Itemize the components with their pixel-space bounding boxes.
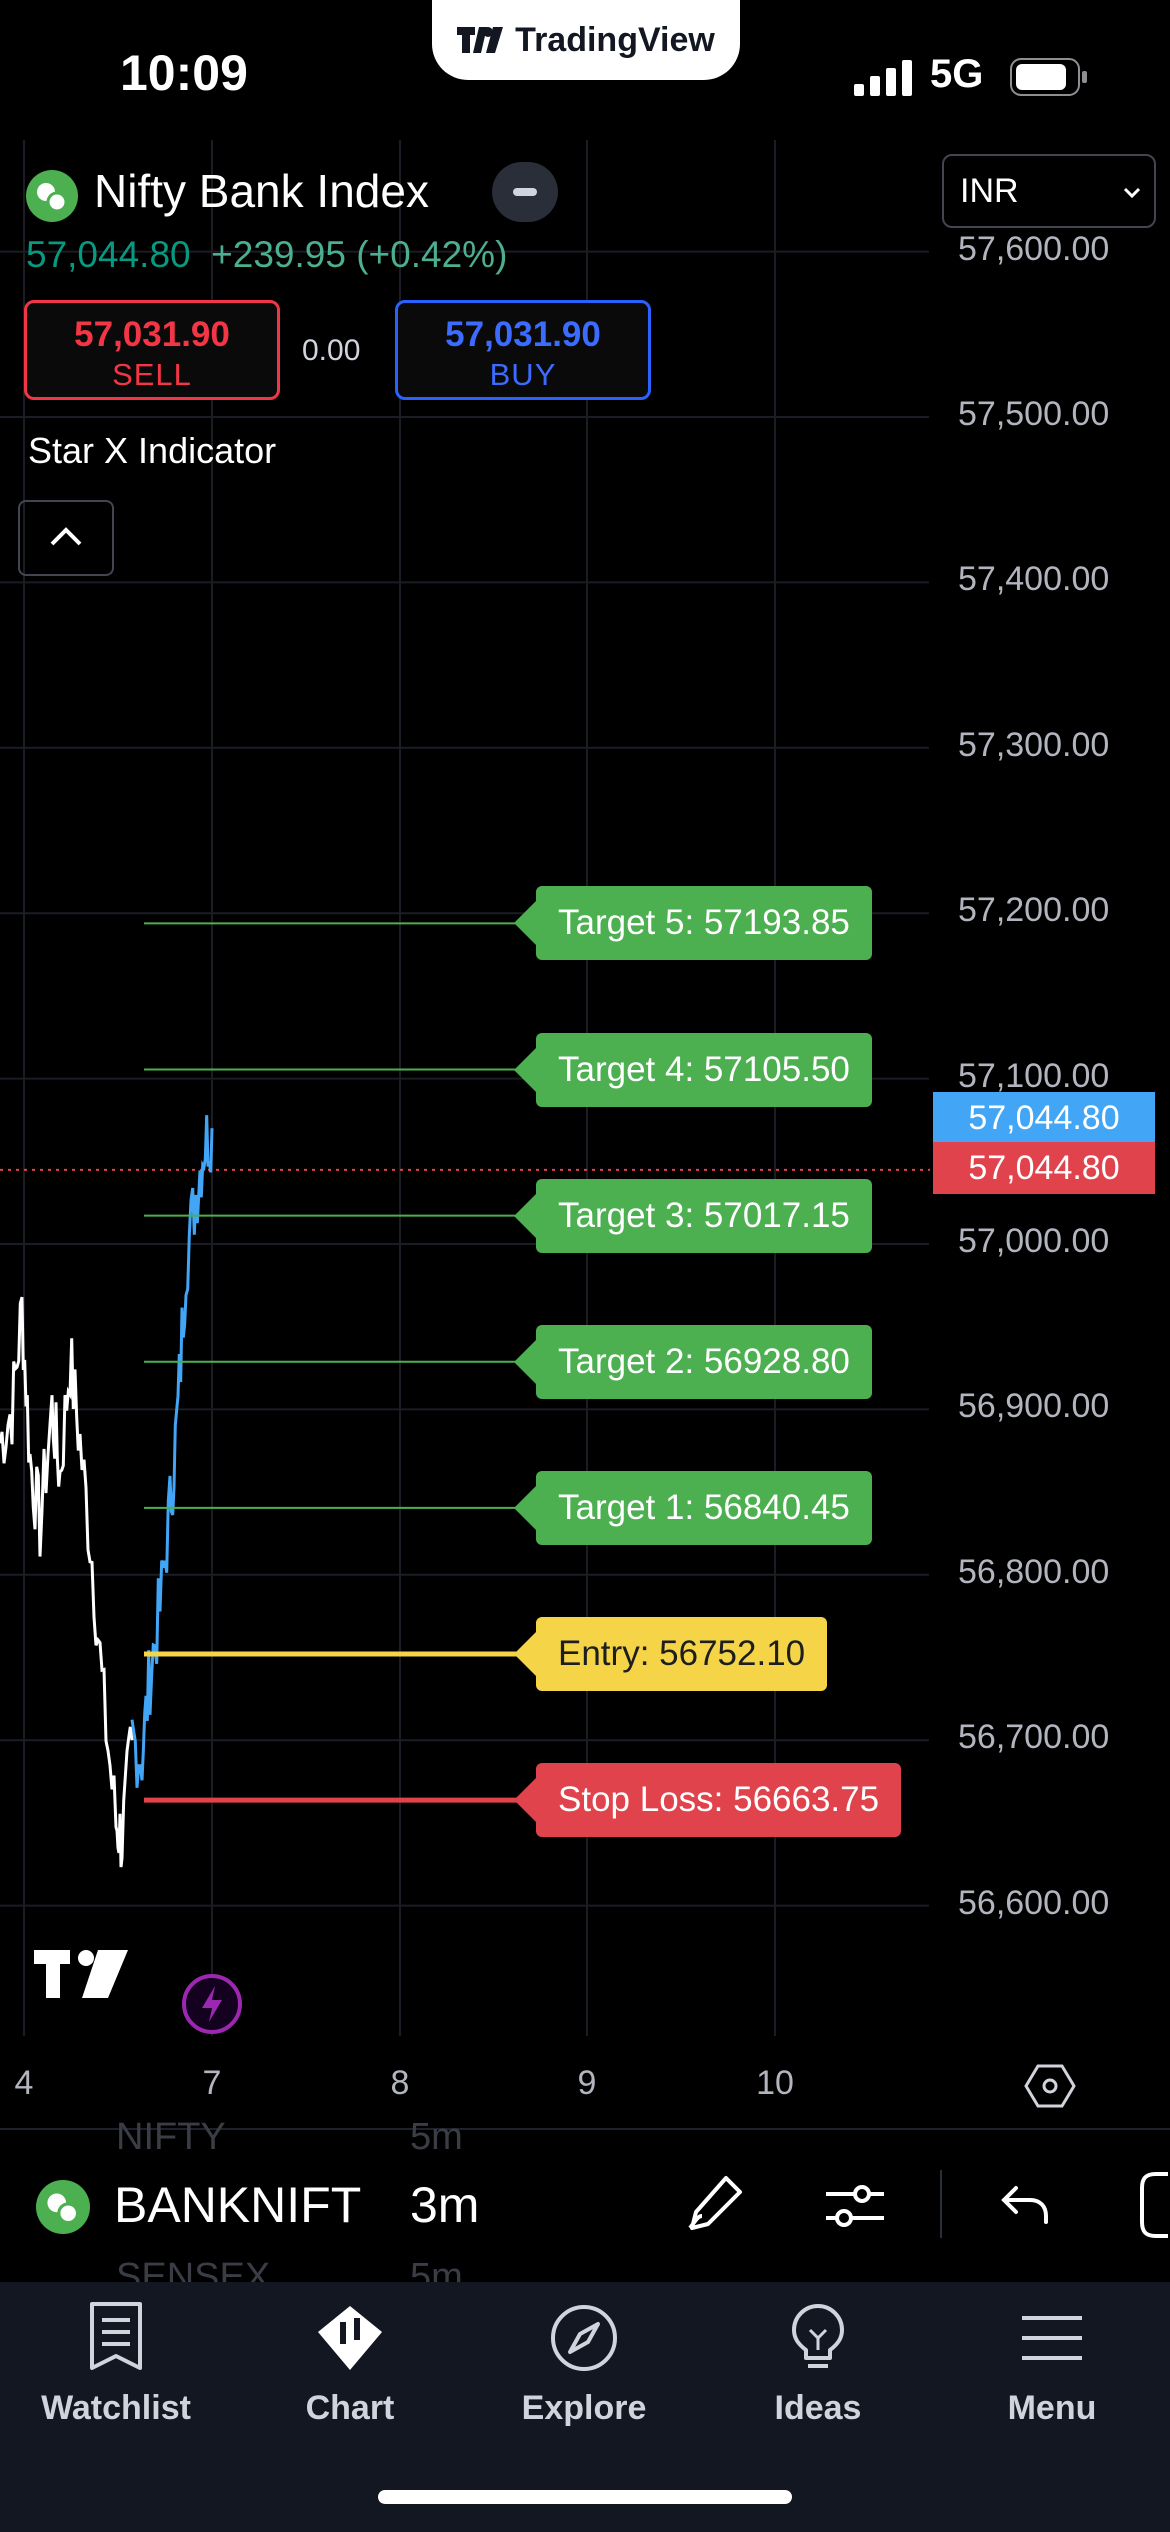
time-axis-label: 10 [756,2064,794,2102]
currency-select[interactable]: INR [942,154,1156,228]
buy-button[interactable]: 57,031.90 BUY [395,300,651,400]
signal-icon [854,60,912,96]
level-label[interactable]: Target 4: 57105.50 [514,1032,872,1107]
level-label[interactable]: Target 5: 57193.85 [514,886,872,961]
last-price-badge: 57,044.80 [933,1092,1155,1144]
time-axis-label: 8 [390,2064,410,2102]
collapse-legend-button[interactable] [492,162,558,222]
price-axis-label: 57,100.00 [958,1056,1110,1095]
symbol-name[interactable]: Nifty Bank Index [94,164,429,218]
indicator-settings-icon[interactable] [822,2176,888,2236]
tab-ideas[interactable]: Ideas [718,2300,918,2428]
tab-chart[interactable]: Chart [250,2300,450,2428]
level-label[interactable]: Target 3: 57017.15 [514,1178,872,1253]
menu-icon [1022,2316,1082,2360]
level-label[interactable]: Target 2: 56928.80 [514,1324,872,1399]
symbol-logo-icon [26,170,78,222]
buy-label: BUY [489,357,557,392]
price-axis-label: 57,200.00 [958,891,1110,930]
toolbar-divider [940,2170,942,2238]
tab-label: Menu [1007,2389,1097,2427]
price-axis-label: 57,000.00 [958,1222,1110,1260]
settings-hexagon-icon[interactable] [1024,2062,1076,2110]
time-axis-label: 7 [202,2064,222,2102]
indicator-name[interactable]: Star X Indicator [28,430,276,472]
level-label[interactable]: Stop Loss: 56663.75 [513,1763,902,1838]
price-axis-label: 57,500.00 [958,395,1110,433]
indicator-toggle-button[interactable] [18,500,114,576]
price-axis-label: 56,900.00 [958,1387,1110,1426]
buy-price: 57,031.90 [445,315,601,354]
currency-value: INR [960,172,1019,210]
quote-line: 57,044.80 +239.95 (+0.42%) [26,234,507,276]
ghost-interval-above: 5m [410,2116,463,2158]
last-price: 57,044.80 [26,234,191,275]
price-axis-label: 57,300.00 [958,725,1110,764]
tab-watchlist[interactable]: Watchlist [16,2300,216,2428]
sell-button[interactable]: 57,031.90 SELL [24,300,280,400]
tradingview-watermark-icon [34,1950,128,1998]
time-axis-label: 4 [14,2064,34,2102]
ghost-symbol-above: NIFTY [116,2116,226,2158]
tradingview-pill: TradingView [432,0,740,80]
level-label[interactable]: Target 1: 56840.45 [514,1470,872,1545]
fullscreen-icon[interactable] [1136,2170,1170,2240]
time-axis-label: 9 [577,2064,597,2102]
spread-value: 0.00 [302,334,361,367]
price-axis-label: 57,600.00 [958,229,1110,268]
level-label[interactable]: Entry: 56752.10 [513,1617,828,1692]
chevron-down-icon [1123,187,1141,199]
compass-icon [551,2305,617,2371]
sell-label: SELL [112,357,192,392]
price-change: +239.95 (+0.42%) [211,234,508,275]
price-axis-label: 56,800.00 [958,1552,1110,1591]
minus-icon [513,188,537,196]
tab-menu[interactable]: Menu [952,2300,1152,2428]
tab-label: Watchlist [41,2389,191,2427]
pen-icon[interactable] [680,2170,750,2240]
sell-price: 57,031.90 [74,315,230,354]
tab-label: Chart [305,2389,395,2427]
watchlist-icon [90,2302,142,2370]
status-time: 10:09 [120,45,248,101]
undo-icon[interactable] [998,2180,1052,2230]
price-axis-label: 57,400.00 [958,560,1110,599]
network-type: 5G [930,52,984,96]
chevron-up-icon [50,527,82,546]
tab-label: Ideas [774,2389,862,2427]
tab-explore[interactable]: Explore [484,2300,684,2428]
lightbulb-icon [792,2304,844,2368]
tab-label: Explore [521,2389,647,2427]
toolbar-symbol[interactable]: BANKNIFT [114,2176,361,2234]
battery-icon [1010,58,1087,96]
lightning-icon[interactable] [180,1972,244,2036]
bid-price-badge: 57,044.80 [933,1142,1155,1194]
price-series-white [0,1296,134,1868]
tradingview-logo-icon [457,27,504,53]
home-indicator [378,2490,792,2504]
price-axis-label: 56,600.00 [958,1883,1110,1922]
price-axis-label: 56,700.00 [958,1718,1110,1757]
chart-icon [318,2306,382,2370]
interval-selector[interactable]: 3m [410,2176,479,2234]
symbol-logo-icon [36,2180,90,2234]
brand-name: TradingView [515,20,715,59]
